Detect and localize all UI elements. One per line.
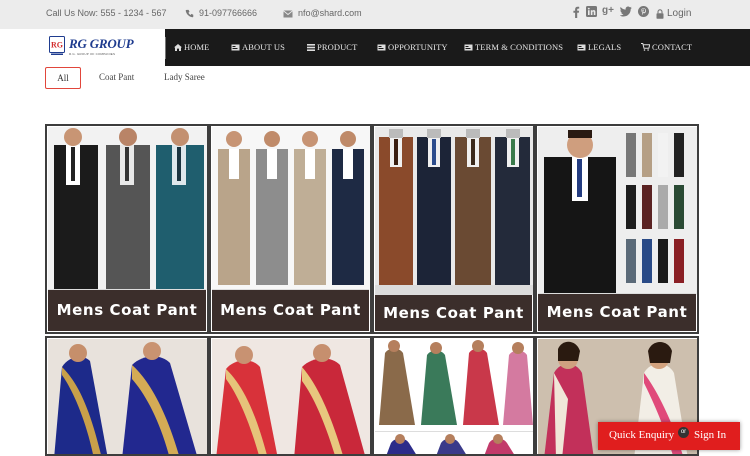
phone-icon [185, 10, 194, 18]
rg-logo-mark: RG [49, 36, 65, 55]
sign-in-button[interactable]: Sign In [694, 429, 726, 441]
phone-contact[interactable]: 91-097766666 [185, 0, 257, 29]
svg-text:RG: RG [51, 41, 63, 50]
gallery-item[interactable] [45, 336, 209, 456]
list-icon [307, 44, 315, 51]
product-image [375, 127, 533, 295]
filter-tab-all[interactable]: All [45, 67, 81, 89]
gallery-item[interactable]: Mens Coat Pant [209, 124, 372, 334]
product-image [48, 339, 207, 454]
google-plus-icon[interactable]: g+ [602, 5, 614, 16]
nav-legals[interactable]: LEGALS [577, 29, 621, 66]
or-separator: or [678, 427, 689, 438]
nav-terms-label: TERM & CONDITIONS [475, 42, 564, 52]
nav-opportunity[interactable]: OPPORTUNITY [377, 29, 448, 66]
product-image [375, 339, 533, 454]
top-info-bar: Call Us Now: 555 - 1234 - 567 91-0977666… [0, 0, 750, 29]
email-contact[interactable]: nfo@shard.com [283, 0, 362, 29]
gallery-caption: Mens Coat Pant [375, 294, 532, 331]
login-label: Login [667, 8, 692, 19]
nav-legals-label: LEGALS [588, 42, 622, 52]
lock-icon [656, 8, 664, 19]
nav-divider [165, 37, 166, 59]
main-navbar: RG RG GROUP R.G. GROUP OF COMPANIES HOME… [0, 29, 750, 66]
quick-enquiry-button[interactable]: Quick Enquiry [609, 429, 674, 441]
gallery-item[interactable]: Mens Coat Pant [535, 124, 699, 334]
brand-logo[interactable]: RG RG GROUP R.G. GROUP OF COMPANIES [0, 29, 165, 66]
card-icon [377, 44, 386, 51]
email-address: nfo@shard.com [298, 8, 362, 18]
gallery-item[interactable] [372, 336, 535, 456]
card-icon [464, 44, 473, 51]
call-us-text: Call Us Now: 555 - 1234 - 567 [46, 8, 167, 18]
brand-tagline: R.G. GROUP OF COMPANIES [69, 52, 116, 56]
nav-contact[interactable]: CONTACT [641, 29, 692, 66]
nav-home-label: HOME [184, 42, 210, 52]
nav-product-label: PRODUCT [317, 42, 358, 52]
filter-tab-coat-pant[interactable]: Coat Pant [99, 67, 134, 89]
nav-about-label: ABOUT US [242, 42, 285, 52]
nav-product[interactable]: PRODUCT [307, 29, 357, 66]
nav-about-us[interactable]: ABOUT US [231, 29, 285, 66]
linkedin-icon[interactable] [586, 6, 597, 17]
login-link[interactable]: Login [656, 0, 691, 29]
cart-icon [641, 43, 650, 51]
pinterest-icon[interactable] [638, 6, 649, 17]
brand-name: RG GROUP [69, 36, 134, 51]
home-icon [174, 44, 182, 51]
product-image [212, 339, 370, 454]
gallery-item[interactable]: Mens Coat Pant [45, 124, 209, 334]
product-image [48, 127, 207, 290]
gallery-caption: Mens Coat Pant [538, 293, 696, 331]
card-icon [231, 44, 240, 51]
product-image [538, 127, 697, 295]
nav-terms-conditions[interactable]: TERM & CONDITIONS [464, 29, 563, 66]
nav-opportunity-label: OPPORTUNITY [388, 42, 448, 52]
gallery-caption: Mens Coat Pant [48, 289, 206, 331]
quick-enquiry-bar: Quick Enquiry or Sign In [598, 422, 740, 450]
filter-tab-lady-saree[interactable]: Lady Saree [164, 67, 205, 89]
nav-contact-label: CONTACT [652, 42, 693, 52]
gallery-caption: Mens Coat Pant [212, 289, 369, 331]
envelope-icon [283, 10, 293, 18]
twitter-icon[interactable] [620, 6, 632, 17]
gallery-item[interactable]: Mens Coat Pant [372, 124, 535, 334]
product-image [212, 127, 370, 290]
card-icon [577, 44, 586, 51]
facebook-icon[interactable] [572, 6, 580, 18]
nav-home[interactable]: HOME [174, 29, 209, 66]
phone-number: 91-097766666 [199, 8, 258, 18]
gallery-item[interactable] [209, 336, 372, 456]
